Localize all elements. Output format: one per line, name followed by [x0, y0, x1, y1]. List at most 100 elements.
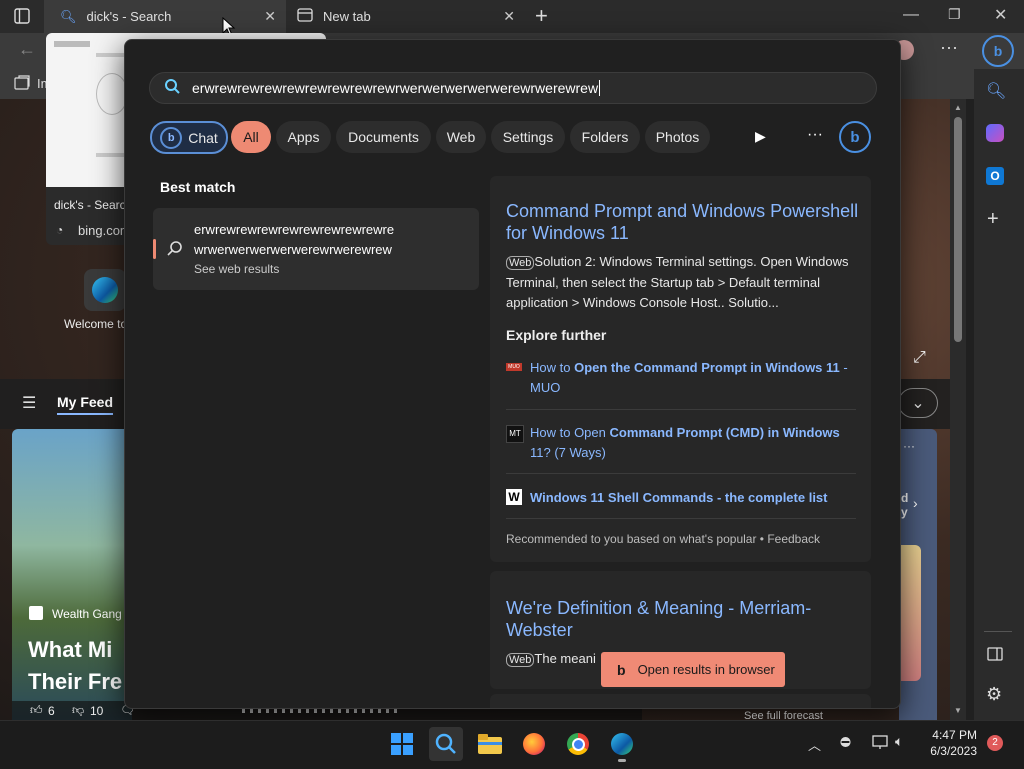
windows-search-panel: erwrewrewrewrewrewrewrewrewrwerwerwerwer…: [124, 39, 901, 709]
chip-folders[interactable]: Folders: [570, 121, 640, 153]
more-options-icon[interactable]: ···: [940, 37, 958, 58]
web-badge: Web: [506, 653, 535, 667]
result-title-link[interactable]: Command Prompt and Windows Powershell fo…: [506, 200, 866, 244]
settings-gear-icon[interactable]: ⚙: [986, 684, 1002, 705]
import-favorites-icon[interactable]: [14, 75, 30, 96]
globe-icon: ◔: [56, 223, 64, 237]
weather-image: [899, 545, 921, 681]
bing-chat-icon: b: [160, 126, 183, 149]
file-explorer-icon[interactable]: [473, 727, 507, 761]
show-hidden-icons-chevron[interactable]: ︿: [808, 735, 821, 754]
explore-item[interactable]: MUO How to Open the Command Prompt in Wi…: [506, 358, 856, 398]
chip-all[interactable]: All: [231, 121, 271, 153]
tab-actions-icon[interactable]: [14, 8, 30, 24]
article-title: What Mi Their Fre: [28, 637, 123, 694]
personalize-dropdown[interactable]: ⌄: [898, 388, 938, 418]
welcome-shortcut-label[interactable]: Welcome to: [64, 317, 127, 331]
display-icon[interactable]: [872, 735, 888, 754]
search-query[interactable]: erwrewrewrewrewrewrewrewrewrwerwerwerwer…: [192, 80, 598, 96]
web-result-card: Command Prompt and Windows Powershell fo…: [490, 176, 871, 562]
search-icon: [164, 78, 180, 99]
tab-search[interactable]: 🔍︎ dick's - Search ✕: [44, 0, 286, 33]
edge-shortcut-icon[interactable]: [84, 269, 126, 311]
selection-indicator: [153, 239, 156, 259]
open-results-button[interactable]: b Open results in browser: [601, 652, 785, 687]
muo-site-icon: MUO: [506, 363, 522, 371]
chip-web[interactable]: Web: [436, 121, 486, 153]
bing-copilot-icon[interactable]: b: [982, 35, 1014, 67]
notification-badge[interactable]: 2: [987, 735, 1003, 751]
chrome-icon[interactable]: [561, 727, 595, 761]
tab-preview-url: bing.com: [78, 223, 131, 238]
search-box[interactable]: erwrewrewrewrewrewrewrewrewrwerwerwerwer…: [149, 72, 877, 104]
divider: [506, 473, 856, 474]
search-icon[interactable]: 🔍︎: [986, 81, 1006, 101]
result-snippet: Web Solution 2: Windows Terminal settings…: [506, 254, 849, 310]
tab-new-tab[interactable]: New tab ✕: [287, 0, 527, 33]
dislike-count: 10: [90, 704, 104, 718]
copilot-icon[interactable]: [986, 124, 1004, 142]
explore-item[interactable]: W Windows 11 Shell Commands - the comple…: [506, 488, 856, 508]
scroll-up-arrow[interactable]: ▲: [954, 103, 962, 112]
chip-documents[interactable]: Documents: [336, 121, 431, 153]
windows-taskbar: [0, 720, 1024, 769]
edge-sidebar: 🔍︎ O + ⚙: [974, 69, 1024, 720]
edge-icon[interactable]: [605, 727, 639, 761]
play-more-icon[interactable]: ▶: [755, 128, 766, 145]
thumbs-down-icon[interactable]: 👎︎: [72, 703, 84, 718]
close-icon[interactable]: ✕: [503, 8, 515, 25]
article-card[interactable]: Wealth Gang What Mi Their Fre: [12, 429, 132, 720]
sidebar-divider: [984, 631, 1012, 632]
tab-title: dick's - Search: [86, 9, 172, 24]
expand-icon[interactable]: ⤢: [913, 349, 926, 367]
clock-date[interactable]: 6/3/2023: [924, 744, 977, 758]
scroll-thumb[interactable]: [954, 117, 962, 342]
see-forecast-link[interactable]: See full forecast: [744, 710, 823, 720]
back-arrow-icon[interactable]: ←: [18, 39, 36, 60]
network-offline-icon[interactable]: ⛔︎: [840, 734, 851, 750]
chip-chat[interactable]: b Chat: [150, 121, 228, 154]
chip-photos[interactable]: Photos: [645, 121, 710, 153]
my-feed-tab[interactable]: My Feed: [57, 394, 114, 415]
firefox-icon[interactable]: [517, 727, 551, 761]
close-window-icon[interactable]: ✕: [994, 5, 1007, 25]
article-source: Wealth Gang: [52, 607, 122, 621]
explore-item[interactable]: MT How to Open Command Prompt (CMD) in W…: [506, 423, 856, 463]
close-icon[interactable]: ✕: [264, 8, 276, 25]
tab-preview-title: dick's - Search: [54, 198, 133, 212]
web-badge: Web: [506, 256, 535, 270]
volume-icon[interactable]: 🔈︎: [895, 733, 903, 750]
side-card-text: d y: [901, 491, 909, 519]
result-title-link[interactable]: We're Definition & Meaning - Merriam-Web…: [506, 597, 846, 641]
mt-site-icon: MT: [506, 425, 524, 443]
more-icon[interactable]: ···: [903, 439, 915, 453]
start-windows-icon[interactable]: [385, 727, 419, 761]
taskbar-search-icon[interactable]: [429, 727, 463, 761]
more-options-icon[interactable]: ···: [807, 126, 823, 144]
search-icon: [167, 240, 183, 261]
minimize-icon[interactable]: —: [903, 6, 919, 24]
chip-settings[interactable]: Settings: [491, 121, 565, 153]
chip-apps[interactable]: Apps: [276, 121, 331, 153]
bing-icon[interactable]: b: [839, 121, 871, 153]
outlook-icon[interactable]: O: [986, 167, 1004, 185]
scroll-down-arrow[interactable]: ▼: [954, 706, 962, 715]
page-scrollbar[interactable]: ▲ ▼: [950, 99, 966, 720]
divider: [506, 409, 856, 410]
split-screen-icon[interactable]: [987, 647, 1003, 666]
hamburger-menu-icon[interactable]: ☰: [22, 393, 36, 413]
tab-title: New tab: [323, 9, 371, 24]
like-count: 6: [48, 704, 55, 718]
chevron-right-icon[interactable]: ›: [913, 495, 918, 511]
best-match-heading: Best match: [160, 179, 236, 195]
clock-time[interactable]: 4:47 PM: [930, 728, 977, 742]
new-tab-button[interactable]: +: [535, 3, 548, 29]
edge-active-indicator: [618, 759, 626, 762]
thumbs-up-icon[interactable]: 👍︎: [30, 703, 43, 718]
recommended-feedback[interactable]: Recommended to you based on what's popul…: [506, 532, 820, 546]
add-icon[interactable]: +: [987, 208, 999, 231]
restore-icon[interactable]: ❐: [948, 6, 961, 23]
weather-card[interactable]: ··· d y ›: [899, 429, 937, 720]
best-match-item[interactable]: erwrewrewrewrewrewrewrewrewre wrwerwerwe…: [153, 208, 479, 290]
explore-heading: Explore further: [506, 327, 607, 343]
